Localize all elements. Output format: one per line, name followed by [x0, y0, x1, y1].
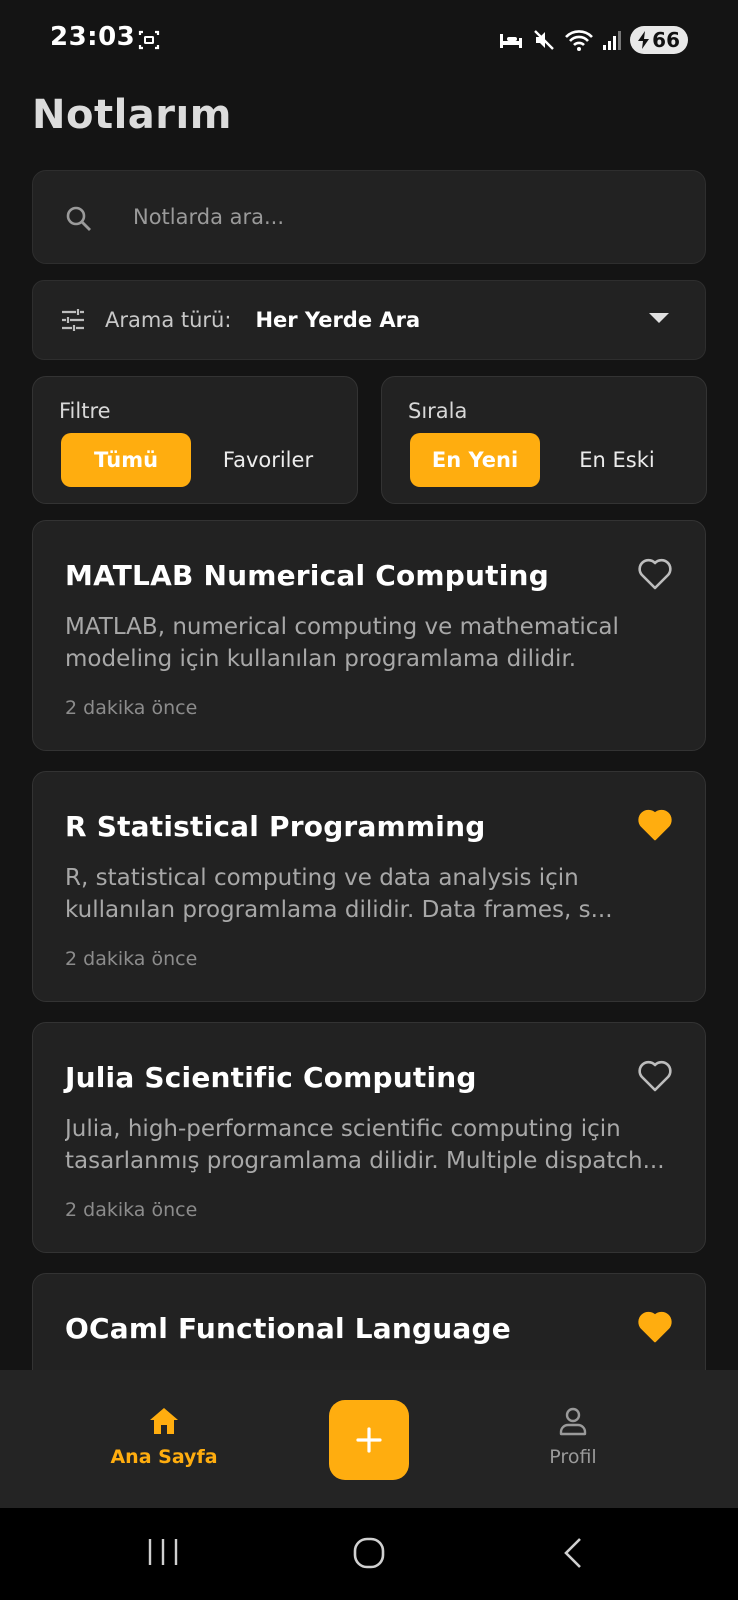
note-title: MATLAB Numerical Computing	[65, 559, 549, 592]
search-type-label: Arama türü:	[105, 308, 232, 332]
tune-icon	[62, 309, 84, 331]
heart-filled-icon[interactable]	[637, 1310, 673, 1344]
sleep-icon	[500, 34, 523, 48]
dropdown-arrow-icon	[649, 313, 669, 323]
battery-indicator: 66	[630, 26, 688, 54]
sort-newest-button[interactable]: En Yeni	[410, 433, 540, 487]
nav-profile-label: Profil	[549, 1446, 597, 1468]
note-time: 2 dakika önce	[65, 697, 198, 719]
nav-home[interactable]: Ana Sayfa	[84, 1406, 244, 1468]
mute-icon	[534, 30, 555, 50]
filter-card: Filtre Tümü Favoriler	[32, 376, 358, 504]
status-time: 23:03	[50, 22, 136, 52]
note-time: 2 dakika önce	[65, 948, 198, 970]
note-title: OCaml Functional Language	[65, 1312, 511, 1345]
system-nav-bar	[0, 1508, 738, 1600]
filter-title: Filtre	[59, 399, 111, 423]
page-title: Notlarım	[32, 92, 232, 138]
nav-profile[interactable]: Profil	[493, 1406, 653, 1468]
sort-oldest-button[interactable]: En Eski	[552, 433, 682, 487]
charging-icon	[638, 31, 650, 49]
wifi-icon	[565, 30, 594, 51]
note-body: MATLAB, numerical computing ve mathemati…	[65, 614, 619, 672]
filter-all-button[interactable]: Tümü	[61, 433, 191, 487]
filter-favorites-button[interactable]: Favoriler	[203, 433, 333, 487]
plus-icon	[356, 1427, 382, 1453]
note-time: 2 dakika önce	[65, 1199, 198, 1221]
heart-outline-icon[interactable]	[637, 1059, 673, 1093]
status-icons: 66	[498, 24, 688, 56]
note-card[interactable]: R Statistical Programming R, statistical…	[32, 771, 706, 1002]
nav-home-label: Ana Sayfa	[110, 1446, 218, 1468]
bottom-nav: Ana Sayfa Profil	[0, 1370, 738, 1508]
note-title: R Statistical Programming	[65, 810, 486, 843]
note-body: Julia, high-performance scientific compu…	[65, 1116, 665, 1174]
note-title: Julia Scientific Computing	[65, 1061, 477, 1094]
note-card[interactable]: MATLAB Numerical Computing MATLAB, numer…	[32, 520, 706, 751]
back-icon[interactable]	[560, 1536, 588, 1570]
screen: 23:03 66 Notlarım Notlarda ara... Arama …	[0, 0, 738, 1600]
sort-title: Sırala	[408, 399, 468, 423]
add-note-button[interactable]	[329, 1400, 409, 1480]
battery-level: 66	[652, 28, 680, 52]
search-box[interactable]	[32, 170, 706, 264]
search-type-dropdown[interactable]: Arama türü: Her Yerde Ara	[32, 280, 706, 360]
home-icon	[150, 1408, 178, 1434]
note-body: R, statistical computing ve data analysi…	[65, 865, 613, 923]
signal-icon	[603, 31, 622, 50]
recent-apps-icon[interactable]	[146, 1536, 180, 1568]
sort-card: Sırala En Yeni En Eski	[381, 376, 707, 504]
screen-record-icon	[138, 30, 160, 50]
heart-outline-icon[interactable]	[637, 557, 673, 591]
home-circle-icon[interactable]	[352, 1536, 386, 1570]
heart-filled-icon[interactable]	[637, 808, 673, 842]
note-card[interactable]: Julia Scientific Computing Julia, high-p…	[32, 1022, 706, 1253]
status-bar: 23:03 66	[0, 0, 738, 80]
search-input[interactable]	[133, 197, 673, 237]
search-icon	[66, 206, 91, 231]
person-icon	[559, 1407, 587, 1436]
search-type-value: Her Yerde Ara	[255, 308, 421, 332]
